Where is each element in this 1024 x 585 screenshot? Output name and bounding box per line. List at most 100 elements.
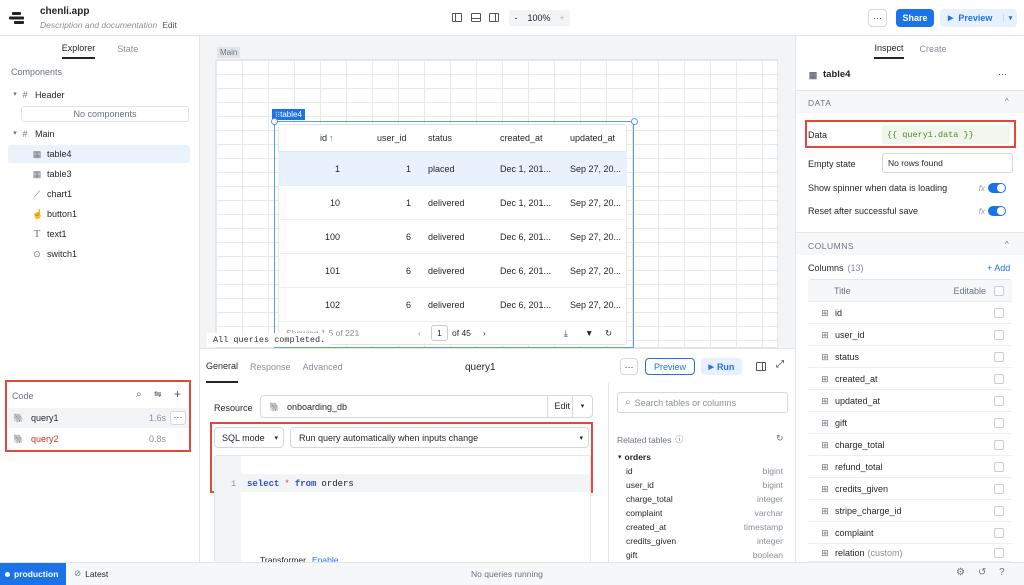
drag-handle-icon[interactable]: ⊞	[820, 484, 830, 494]
column-item[interactable]: ⊞ status	[808, 346, 1012, 368]
zoom-in-button[interactable]: +	[555, 13, 569, 23]
filter-icon[interactable]: ▼	[585, 328, 593, 338]
zoom-out-button[interactable]: -	[509, 13, 523, 23]
component-name[interactable]: table4	[823, 69, 850, 80]
editable-checkbox[interactable]	[994, 351, 1004, 362]
collapse-icon[interactable]: ^	[1005, 240, 1009, 249]
edit-link[interactable]: Edit	[162, 20, 177, 30]
schema-column[interactable]: created_at	[626, 522, 666, 532]
table-row[interactable]: 100 6 delivered Dec 6, 201... Sep 27, 20…	[278, 220, 627, 254]
schema-column[interactable]: complaint	[626, 508, 662, 518]
drag-handle-icon[interactable]: ⊞	[820, 330, 830, 340]
editable-checkbox[interactable]	[994, 307, 1004, 318]
split-view-icon[interactable]	[756, 362, 766, 371]
tree-main[interactable]: ▾ # Main	[12, 125, 190, 143]
next-page-icon[interactable]: ›	[483, 328, 486, 338]
prev-page-icon[interactable]: ‹	[418, 328, 421, 338]
chevron-down-icon[interactable]: ▾	[618, 453, 622, 461]
editable-checkbox[interactable]	[994, 547, 1004, 558]
run-button[interactable]: ▶ Run	[701, 358, 742, 375]
editable-checkbox[interactable]	[994, 329, 1004, 340]
editable-checkbox[interactable]	[994, 505, 1004, 516]
more-menu-button[interactable]: ···	[868, 9, 887, 27]
editable-checkbox[interactable]	[994, 439, 1004, 450]
mode-select[interactable]: SQL mode ▾	[214, 427, 284, 448]
version-selector[interactable]: ⊘ Latest	[74, 568, 108, 579]
column-item[interactable]: ⊞ refund_total	[808, 456, 1012, 478]
help-icon[interactable]: ?	[999, 567, 1005, 578]
filter-icon[interactable]: ⇋	[154, 389, 162, 400]
schema-column[interactable]: credits_given	[626, 536, 676, 546]
download-icon[interactable]: ⤓	[564, 328, 568, 339]
column-item[interactable]: ⊞ updated_at	[808, 390, 1012, 412]
empty-state-input[interactable]: No rows found	[882, 153, 1013, 173]
tree-item-table3[interactable]: ▦ table3	[12, 165, 190, 183]
add-column-button[interactable]: + Add	[987, 263, 1010, 273]
chevron-down-icon[interactable]: ▾	[12, 90, 18, 100]
tree-header[interactable]: ▾ # Header	[12, 86, 190, 104]
table-row[interactable]: 102 6 delivered Dec 6, 201... Sep 27, 20…	[278, 288, 627, 322]
resize-handle[interactable]	[271, 118, 278, 125]
layout-bottom-icon[interactable]	[471, 13, 481, 22]
column-item[interactable]: ⊞ created_at	[808, 368, 1012, 390]
column-header-status[interactable]: status	[428, 124, 452, 151]
add-query-icon[interactable]: +	[174, 387, 181, 401]
query-item[interactable]: 🐘 query1 1.6s ···	[8, 408, 188, 428]
query-title[interactable]: query1	[465, 362, 496, 373]
editable-checkbox[interactable]	[994, 483, 1004, 494]
tab-general[interactable]: General	[206, 349, 239, 383]
spinner-toggle[interactable]	[988, 183, 1006, 193]
share-button[interactable]: Share	[896, 9, 934, 27]
table-row[interactable]: 1 1 placed Dec 1, 201... Sep 27, 20...	[278, 152, 627, 186]
preview-button[interactable]: ▶ Preview ▾	[940, 9, 1017, 27]
collapse-icon[interactable]: ^	[1005, 97, 1009, 106]
drag-handle-icon[interactable]: ⊞	[820, 418, 830, 428]
column-header-created-at[interactable]: created_at	[500, 124, 543, 151]
drag-handle-icon[interactable]: ⊞	[820, 308, 830, 318]
app-name[interactable]: chenli.app	[40, 6, 89, 17]
page-input[interactable]: 1	[431, 325, 448, 341]
resource-select[interactable]: 🐘 onboarding_db Edit ▾	[260, 395, 593, 418]
fx-icon[interactable]: fx	[979, 207, 985, 216]
schema-column[interactable]: charge_total	[626, 494, 673, 504]
resize-handle[interactable]	[631, 118, 638, 125]
tree-item-text1[interactable]: T text1	[12, 225, 190, 243]
schema-search-input[interactable]: ⌕ Search tables or columns	[617, 392, 788, 413]
app-logo-icon[interactable]	[9, 11, 27, 25]
drag-handle-icon[interactable]: ⊞	[820, 462, 830, 472]
search-icon[interactable]: ⌕	[136, 389, 142, 400]
fx-icon[interactable]: fx	[979, 184, 985, 193]
column-item[interactable]: ⊞ charge_total	[808, 434, 1012, 456]
app-description[interactable]: Description and documentation	[40, 20, 157, 30]
editable-all-checkbox[interactable]	[994, 285, 1004, 296]
refresh-icon[interactable]: ↻	[605, 328, 612, 339]
editable-checkbox[interactable]	[994, 461, 1004, 472]
column-item[interactable]: ⊞ id	[808, 302, 1012, 324]
editable-checkbox[interactable]	[994, 417, 1004, 428]
column-header-updated-at[interactable]: updated_at	[570, 124, 615, 151]
chevron-down-icon[interactable]: ▾	[12, 129, 18, 139]
schema-column[interactable]: id	[626, 466, 633, 476]
column-item[interactable]: ⊞ complaint	[808, 522, 1012, 544]
column-item[interactable]: ⊞ user_id	[808, 324, 1012, 346]
tab-state[interactable]: State	[117, 38, 138, 58]
column-item[interactable]: ⊞ relation (custom)	[808, 544, 1012, 562]
column-header-user-id[interactable]: user_id	[377, 124, 407, 151]
environment-badge[interactable]: production	[0, 563, 66, 585]
drag-handle-icon[interactable]: ⊞	[820, 396, 830, 406]
tree-item-button1[interactable]: ☝ button1	[12, 205, 190, 223]
debug-icon[interactable]: ⚙	[956, 567, 965, 578]
drag-handle-icon[interactable]: ⊞	[820, 506, 830, 516]
history-icon[interactable]: ↺	[978, 567, 986, 578]
tab-inspect[interactable]: Inspect	[874, 37, 904, 59]
editable-checkbox[interactable]	[994, 373, 1004, 384]
code-editor[interactable]: 1 select * from orders	[214, 455, 591, 565]
tree-item-switch1[interactable]: ⊙ switch1	[12, 245, 190, 263]
tree-item-table4[interactable]: ▦ table4	[8, 145, 190, 163]
expand-icon[interactable]: ⤢	[776, 359, 784, 370]
tab-response[interactable]: Response	[250, 350, 291, 382]
layout-left-icon[interactable]	[452, 13, 462, 22]
query-more-button[interactable]: ···	[620, 358, 638, 375]
drag-handle-icon[interactable]: ⊞	[820, 528, 830, 538]
data-section-heading[interactable]: DATA	[808, 98, 831, 108]
